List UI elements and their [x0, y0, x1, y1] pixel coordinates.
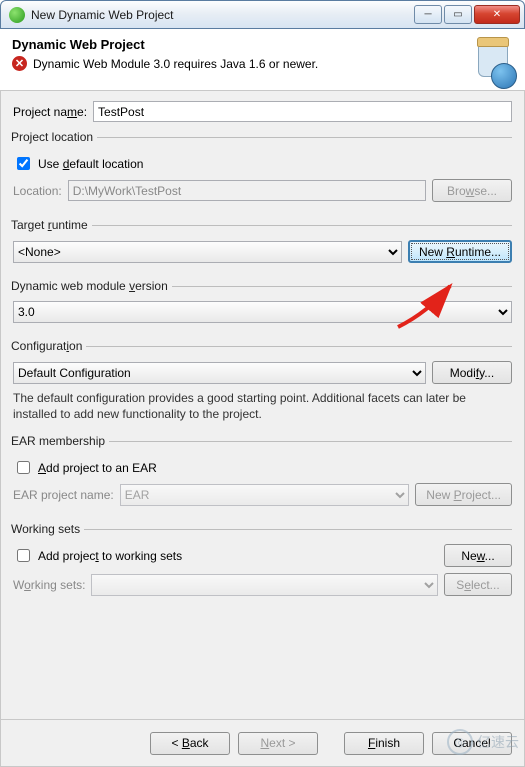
configuration-select[interactable]: Default Configuration: [13, 362, 426, 384]
project-name-label: Project name:: [13, 105, 87, 119]
titlebar: New Dynamic Web Project ─ ▭ ✕: [0, 0, 525, 29]
finish-button[interactable]: Finish: [344, 732, 424, 755]
window-title: New Dynamic Web Project: [31, 8, 414, 22]
ear-project-name-select: EAR: [120, 484, 410, 506]
banner-heading: Dynamic Web Project: [12, 37, 465, 52]
configuration-description: The default configuration provides a goo…: [13, 390, 512, 422]
project-name-input[interactable]: [93, 101, 512, 122]
target-runtime-legend: Target runtime: [11, 218, 92, 232]
select-working-sets-button: Select...: [444, 573, 512, 596]
project-location-legend: Project location: [11, 130, 97, 144]
working-sets-label: Working sets:: [13, 578, 85, 592]
banner-decor-icon: [465, 37, 513, 85]
add-to-working-sets-checkbox[interactable]: [17, 549, 30, 562]
minimize-button[interactable]: ─: [414, 5, 442, 24]
add-to-working-sets-label: Add project to working sets: [38, 549, 182, 563]
ear-membership-legend: EAR membership: [11, 434, 109, 448]
project-location-group: Project location Use default location Lo…: [13, 130, 512, 210]
modify-button[interactable]: Modify...: [432, 361, 512, 384]
add-to-ear-label: Add project to an EAR: [38, 461, 157, 475]
wizard-footer: < Back Next > Finish Cancel: [0, 719, 525, 767]
back-button[interactable]: < Back: [150, 732, 230, 755]
location-input: [68, 180, 426, 201]
banner-error-text: Dynamic Web Module 3.0 requires Java 1.6…: [33, 57, 318, 71]
cancel-button[interactable]: Cancel: [432, 732, 512, 755]
target-runtime-select[interactable]: <None>: [13, 241, 402, 263]
wizard-banner: Dynamic Web Project ✕ Dynamic Web Module…: [0, 29, 525, 91]
configuration-legend: Configuration: [11, 339, 86, 353]
working-sets-group: Working sets Add project to working sets…: [13, 522, 512, 604]
wizard-content: Project name: Project location Use defau…: [0, 91, 525, 719]
new-ear-project-button: New Project...: [415, 483, 512, 506]
use-default-location-label: Use default location: [38, 157, 143, 171]
new-runtime-button[interactable]: New Runtime...: [408, 240, 512, 263]
error-icon: ✕: [12, 56, 27, 71]
ear-membership-group: EAR membership Add project to an EAR EAR…: [13, 434, 512, 514]
close-button[interactable]: ✕: [474, 5, 520, 24]
web-module-version-group: Dynamic web module version 3.0: [13, 279, 512, 331]
location-label: Location:: [13, 184, 62, 198]
configuration-group: Configuration Default Configuration Modi…: [13, 339, 512, 426]
add-to-ear-checkbox[interactable]: [17, 461, 30, 474]
working-sets-legend: Working sets: [11, 522, 84, 536]
next-button: Next >: [238, 732, 318, 755]
working-sets-select: [91, 574, 438, 596]
new-working-set-button[interactable]: New...: [444, 544, 512, 567]
globe-icon: [491, 63, 517, 89]
target-runtime-group: Target runtime <None> New Runtime...: [13, 218, 512, 271]
maximize-button[interactable]: ▭: [444, 5, 472, 24]
eclipse-icon: [9, 7, 25, 23]
banner-error: ✕ Dynamic Web Module 3.0 requires Java 1…: [12, 56, 465, 71]
use-default-location-checkbox[interactable]: [17, 157, 30, 170]
browse-button: Browse...: [432, 179, 512, 202]
ear-project-name-label: EAR project name:: [13, 488, 114, 502]
web-module-version-select[interactable]: 3.0: [13, 301, 512, 323]
web-module-version-legend: Dynamic web module version: [11, 279, 172, 293]
window-controls: ─ ▭ ✕: [414, 5, 520, 24]
